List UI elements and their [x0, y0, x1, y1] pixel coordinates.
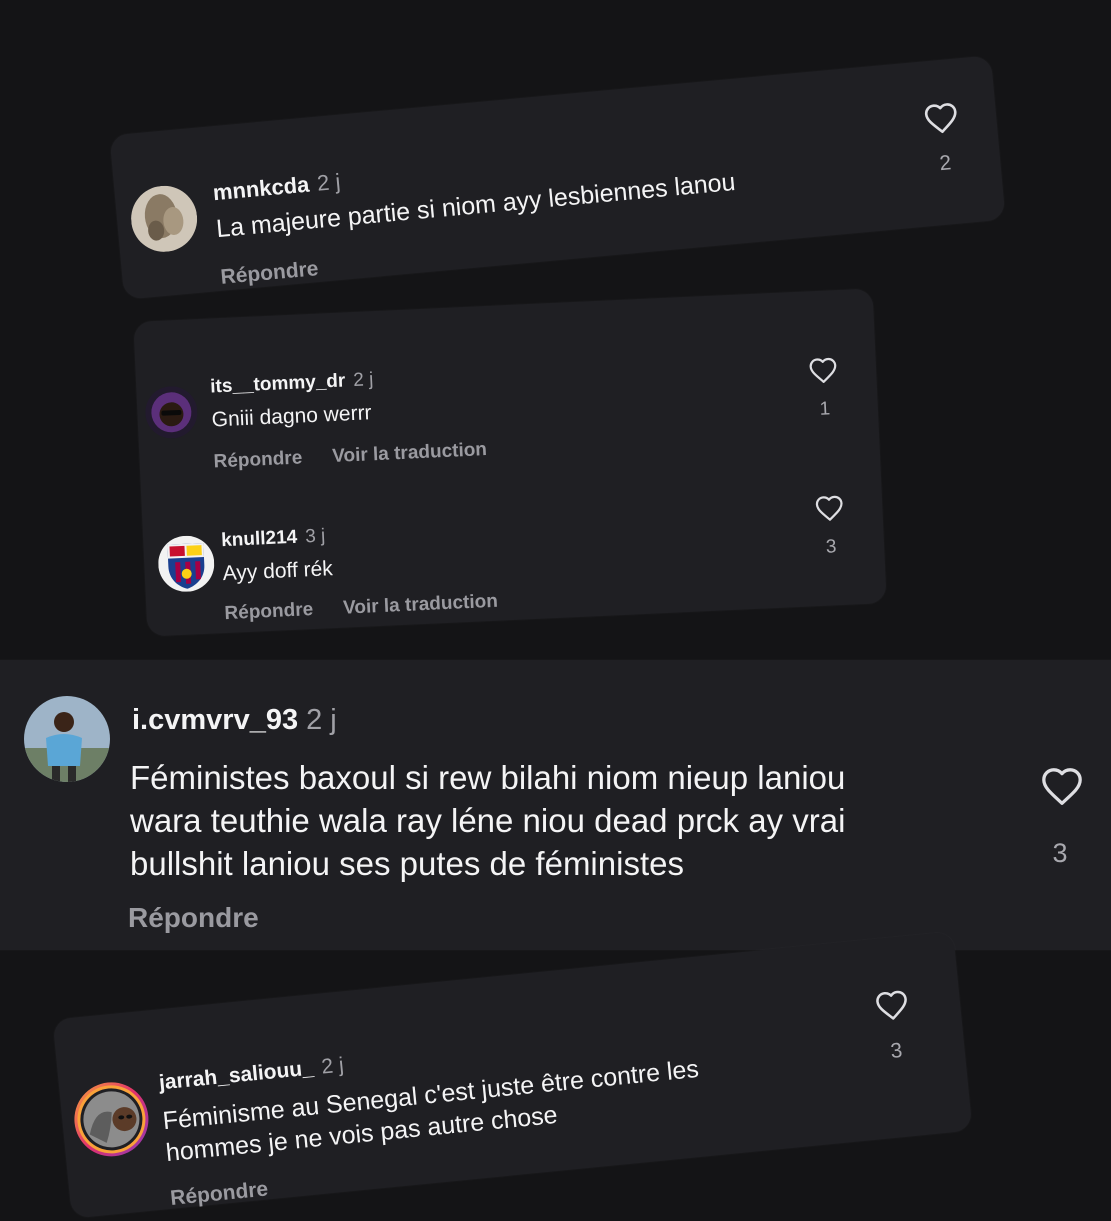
like-heart-icon[interactable]	[814, 494, 845, 522]
like-heart-icon[interactable]	[808, 356, 839, 384]
comment-username[interactable]: knull214 3 j	[221, 525, 326, 552]
like-heart-icon[interactable]	[1040, 766, 1084, 806]
avatar[interactable]	[128, 182, 200, 255]
comment-card: mnnkcda 2 j La majeure partie si niom ayy…	[109, 55, 1006, 300]
comment-timestamp: 2 j	[315, 168, 342, 196]
comment-actions: Répondre	[220, 257, 320, 290]
reply-button[interactable]: Répondre	[213, 447, 303, 472]
comment-text: Ayy doff rék	[222, 557, 334, 586]
comment-text: Féministes baxoul si rew bilahi niom nie…	[130, 759, 846, 882]
comment-card: i.cvmvrv_93 2 j Féministes baxoul si rew …	[0, 660, 1111, 950]
comment-actions: Répondre	[169, 1177, 269, 1210]
comment-actions: Répondre	[128, 902, 259, 934]
like-count: 3	[825, 536, 837, 558]
avatar[interactable]	[24, 696, 110, 782]
like-count: 2	[938, 151, 953, 176]
like-count: 1	[819, 398, 831, 420]
avatar[interactable]	[70, 1078, 152, 1160]
like-heart-icon[interactable]	[874, 988, 911, 1022]
like-count: 3	[1052, 838, 1068, 868]
translate-button[interactable]: Voir la traduction	[343, 591, 499, 619]
comment-username[interactable]: its__tommy_dr 2 j	[210, 369, 374, 398]
comment-timestamp: 2 j	[306, 704, 337, 736]
comment-timestamp: 3 j	[304, 525, 326, 548]
like-count: 3	[889, 1038, 904, 1063]
comment-timestamp: 2 j	[352, 369, 374, 392]
comment-card: jarrah_saliouu_ 2 j Féminisme au Senegal …	[52, 931, 973, 1219]
like-heart-icon[interactable]	[922, 100, 961, 135]
reply-button[interactable]: Répondre	[224, 599, 314, 624]
comment-timestamp: 2 j	[320, 1053, 345, 1079]
comment-text: Gniii dagno werrr	[211, 401, 373, 432]
comment-actions: Répondre Voir la traduction	[224, 591, 498, 625]
reply-button[interactable]: Répondre	[128, 902, 259, 933]
comment-username[interactable]: i.cvmvrv_93 2 j	[132, 704, 337, 737]
avatar[interactable]	[144, 385, 199, 440]
translate-button[interactable]: Voir la traduction	[332, 439, 488, 467]
reply-button[interactable]: Répondre	[169, 1177, 269, 1209]
replies-container: its__tommy_dr 2 j Gniii dagno werrr Répon…	[133, 288, 887, 637]
comment-actions: Répondre Voir la traduction	[213, 439, 487, 473]
comment-username[interactable]: mnnkcda 2 j	[212, 169, 342, 206]
avatar[interactable]	[157, 534, 216, 594]
reply-button[interactable]: Répondre	[220, 257, 320, 289]
